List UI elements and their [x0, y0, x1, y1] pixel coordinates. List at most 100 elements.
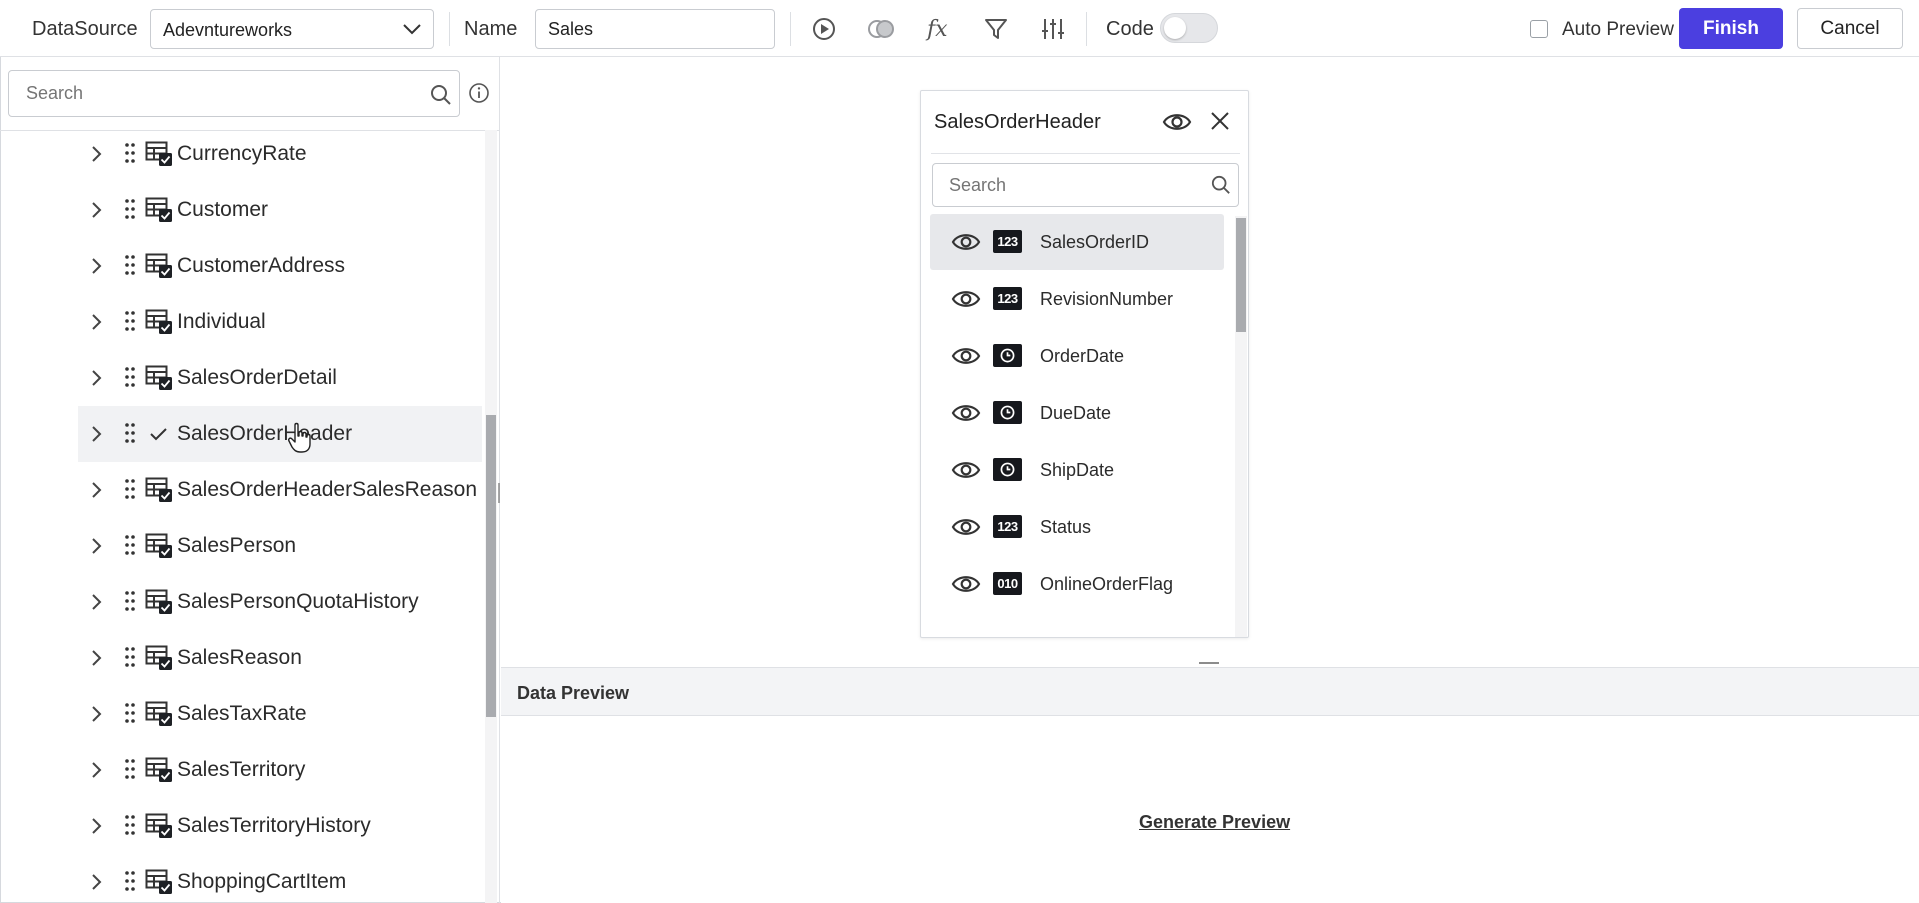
column-item[interactable]: 010 OnlineOrderFlag	[930, 556, 1224, 612]
tree-item[interactable]: SalesOrderHeaderSalesReason	[78, 462, 482, 518]
settings-sliders-icon[interactable]	[1038, 14, 1068, 44]
tree-item[interactable]: SalesTerritoryHistory	[78, 798, 482, 854]
datasource-dropdown[interactable]: Adevntureworks	[150, 9, 434, 49]
drag-handle-icon[interactable]	[124, 534, 136, 556]
column-item-label: OnlineOrderFlag	[1040, 574, 1174, 594]
auto-preview-label: Auto Preview	[1562, 19, 1674, 40]
tree-item[interactable]: CurrencyRate	[78, 130, 482, 182]
tree-item[interactable]: SalesTerritory	[78, 742, 482, 798]
tree-item[interactable]: SalesOrderHeader	[78, 406, 482, 462]
info-icon[interactable]	[467, 81, 491, 105]
column-scrollbar-thumb[interactable]	[1236, 218, 1246, 332]
code-toggle[interactable]	[1160, 13, 1218, 43]
search-icon[interactable]	[1211, 175, 1231, 195]
tree-item[interactable]: SalesPersonQuotaHistory	[78, 574, 482, 630]
drag-handle-icon[interactable]	[124, 646, 136, 668]
join-icon[interactable]	[866, 14, 896, 44]
tree-item-label: CustomerAddress	[177, 254, 346, 277]
tree-item-label: SalesPersonQuotaHistory	[177, 590, 419, 613]
column-item[interactable]: DueDate	[930, 385, 1224, 441]
eye-icon[interactable]	[951, 401, 981, 425]
tree-item-label: SalesOrderDetail	[177, 366, 337, 389]
tree-item-label: CurrencyRate	[177, 142, 307, 165]
tree-item-label: SalesTaxRate	[177, 702, 307, 725]
column-item[interactable]: 123 SalesOrderID	[930, 214, 1224, 270]
tree-item[interactable]: Individual	[78, 294, 482, 350]
drag-handle-icon[interactable]	[124, 702, 136, 724]
chevron-right-icon[interactable]	[86, 872, 106, 892]
run-icon[interactable]	[809, 14, 839, 44]
column-item[interactable]: 123 Status	[930, 499, 1224, 555]
number-type-icon: 123	[993, 287, 1022, 310]
drag-handle-icon[interactable]	[124, 590, 136, 612]
close-icon[interactable]	[1208, 109, 1232, 133]
eye-icon[interactable]	[951, 515, 981, 539]
chevron-right-icon[interactable]	[86, 424, 106, 444]
eye-icon[interactable]	[1162, 109, 1192, 135]
column-item[interactable]: OrderDate	[930, 328, 1224, 384]
drag-handle-icon[interactable]	[124, 478, 136, 500]
eye-icon[interactable]	[951, 572, 981, 596]
chevron-right-icon[interactable]	[86, 536, 106, 556]
drag-handle-icon[interactable]	[124, 758, 136, 780]
cancel-button[interactable]: Cancel	[1797, 8, 1903, 49]
hand-cursor-icon	[288, 422, 311, 453]
tree-item[interactable]: SalesTaxRate	[78, 686, 482, 742]
table-search-input[interactable]	[9, 71, 419, 116]
eye-icon[interactable]	[951, 230, 981, 254]
filter-icon[interactable]	[981, 14, 1011, 44]
table-icon	[145, 869, 173, 895]
table-icon	[145, 197, 173, 223]
tree-scrollbar-thumb[interactable]	[486, 415, 496, 717]
chevron-right-icon[interactable]	[86, 368, 106, 388]
eye-icon[interactable]	[951, 458, 981, 482]
tree-item[interactable]: ShoppingCartItem	[78, 854, 482, 903]
name-label: Name	[464, 18, 518, 40]
chevron-right-icon[interactable]	[86, 648, 106, 668]
expression-icon[interactable]: fx	[924, 14, 954, 44]
svg-text:fx: fx	[925, 17, 948, 42]
column-search-input[interactable]	[933, 164, 1203, 206]
drag-handle-icon[interactable]	[124, 814, 136, 836]
column-item[interactable]: ShipDate	[930, 442, 1224, 498]
table-icon	[145, 365, 173, 391]
chevron-right-icon[interactable]	[86, 144, 106, 164]
chevron-right-icon[interactable]	[86, 480, 106, 500]
drag-handle-icon[interactable]	[124, 254, 136, 276]
eye-icon[interactable]	[951, 344, 981, 368]
eye-icon[interactable]	[951, 287, 981, 311]
tree-item[interactable]: CustomerAddress	[78, 238, 482, 294]
drag-handle-icon[interactable]	[124, 422, 136, 444]
chevron-right-icon[interactable]	[86, 592, 106, 612]
tree-item[interactable]: Customer	[78, 182, 482, 238]
name-input[interactable]	[535, 9, 775, 49]
drag-handle-icon[interactable]	[124, 366, 136, 388]
tree-item[interactable]: SalesReason	[78, 630, 482, 686]
chevron-right-icon[interactable]	[86, 704, 106, 724]
chevron-right-icon[interactable]	[86, 816, 106, 836]
tree-item-label: SalesTerritory	[177, 758, 306, 781]
tree-item-label: SalesOrderHeaderSalesReason	[177, 478, 477, 501]
column-item[interactable]: 123 RevisionNumber	[930, 271, 1224, 327]
chevron-right-icon[interactable]	[86, 312, 106, 332]
table-schema-card[interactable]: SalesOrderHeader 123 SalesOrderID 123 Revis…	[920, 90, 1249, 638]
tree-item[interactable]: SalesPerson	[78, 518, 482, 574]
drag-handle-icon[interactable]	[124, 870, 136, 892]
chevron-right-icon[interactable]	[86, 200, 106, 220]
finish-button[interactable]: Finish	[1679, 8, 1783, 49]
tree-item-label: SalesTerritoryHistory	[177, 814, 371, 837]
auto-preview-checkbox[interactable]	[1530, 20, 1548, 38]
column-item-label: Status	[1040, 517, 1092, 537]
chevron-right-icon[interactable]	[86, 760, 106, 780]
drag-handle-icon[interactable]	[124, 310, 136, 332]
toolbar-separator	[790, 12, 791, 46]
drag-handle-icon[interactable]	[124, 198, 136, 220]
toolbar-separator	[449, 12, 450, 46]
tree-item[interactable]: SalesOrderDetail	[78, 350, 482, 406]
generate-preview-link[interactable]: Generate Preview	[1139, 812, 1290, 833]
search-icon[interactable]	[430, 84, 452, 106]
table-list-panel: CurrencyRate Customer CustomerAddress Indiv…	[0, 57, 500, 903]
chevron-right-icon[interactable]	[86, 256, 106, 276]
chevron-down-icon	[403, 24, 421, 35]
drag-handle-icon[interactable]	[124, 142, 136, 164]
